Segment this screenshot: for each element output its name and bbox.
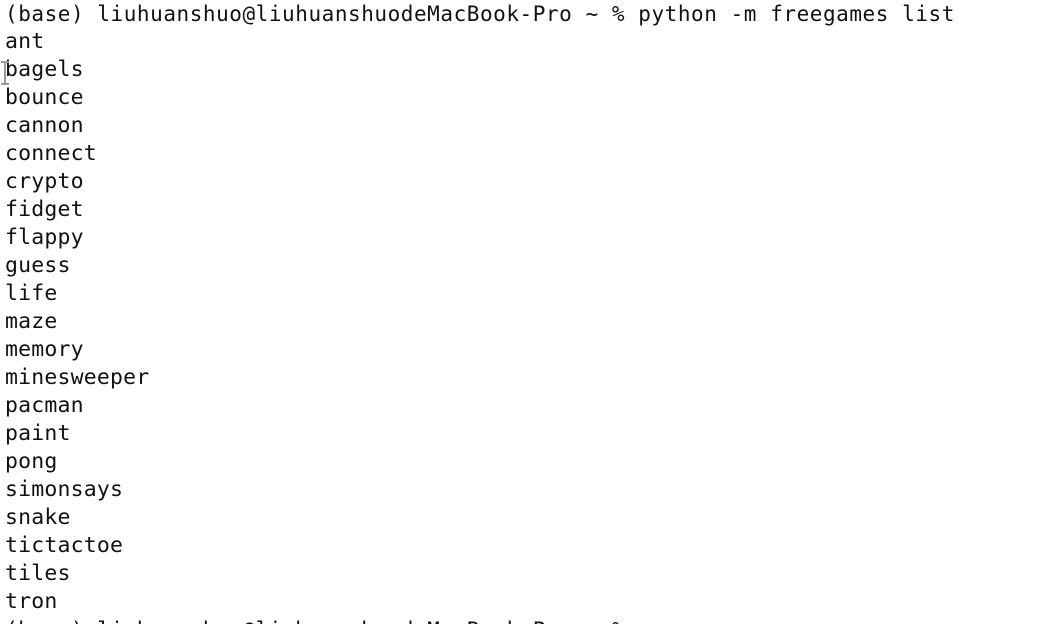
output-line-pacman: pacman bbox=[5, 393, 84, 418]
output-line-guess: guess bbox=[5, 253, 71, 278]
output-line-life: life bbox=[5, 281, 58, 306]
terminal-screen[interactable]: (base) liuhuanshuo@liuhuanshuodeMacBook-… bbox=[0, 0, 1044, 624]
output-line-snake: snake bbox=[5, 505, 71, 530]
output-line-tiles: tiles bbox=[5, 561, 71, 586]
output-line-cannon: cannon bbox=[5, 113, 84, 138]
output-line-tictactoe: tictactoe bbox=[5, 533, 124, 558]
output-line-tron: tron bbox=[5, 589, 58, 614]
output-line-pong: pong bbox=[5, 449, 58, 474]
output-line-paint: paint bbox=[5, 421, 71, 446]
output-line-crypto: crypto bbox=[5, 169, 84, 194]
output-line-fidget: fidget bbox=[5, 197, 84, 222]
terminal-window[interactable]: (base) liuhuanshuo@liuhuanshuodeMacBook-… bbox=[0, 0, 1044, 624]
shell-prompt-command-line: (base) liuhuanshuo@liuhuanshuodeMacBook-… bbox=[5, 2, 955, 26]
output-line-ant: ant bbox=[5, 29, 45, 54]
output-line-bounce: bounce bbox=[5, 85, 84, 110]
output-line-maze: maze bbox=[5, 309, 58, 334]
output-line-bagels: bagels bbox=[5, 57, 84, 82]
output-line-minesweeper: minesweeper bbox=[5, 365, 150, 390]
output-line-flappy: flappy bbox=[5, 225, 84, 250]
output-line-connect: connect bbox=[5, 141, 97, 166]
output-line-memory: memory bbox=[5, 337, 84, 362]
output-line-simonsays: simonsays bbox=[5, 477, 124, 502]
shell-prompt-next-line: (base) liuhuanshuo@liuhuanshuodeMacBook-… bbox=[0, 616, 1044, 624]
